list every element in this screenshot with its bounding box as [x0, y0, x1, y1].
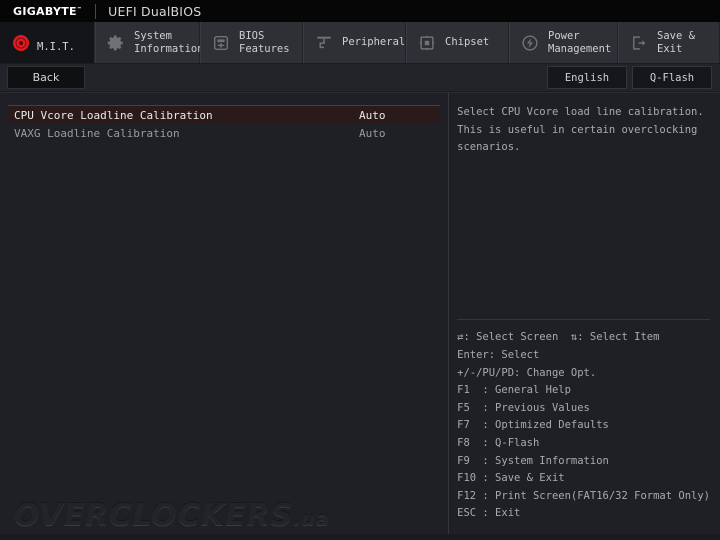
tab-bios-features[interactable]: BIOS Features	[200, 22, 303, 63]
overclockers-watermark: OVERCLOCKERS.ua	[14, 498, 330, 533]
brand-bar: GIGABYTE™ UEFI DualBIOS	[0, 0, 720, 22]
brand-divider	[95, 3, 97, 19]
language-button[interactable]: English	[547, 66, 627, 89]
tab-label: BIOS Features	[239, 30, 290, 55]
setting-row-cpu-vcore-loadline-calibration[interactable]: CPU Vcore Loadline Calibration Auto	[8, 105, 441, 124]
back-button[interactable]: Back	[7, 66, 85, 89]
tab-mit[interactable]: M.I.T.	[0, 22, 95, 63]
settings-list-pane: CPU Vcore Loadline Calibration Auto VAXG…	[0, 93, 450, 537]
setting-label: VAXG Loadline Calibration	[14, 127, 180, 140]
legend-line: F9 : System Information	[457, 454, 609, 467]
tab-peripherals[interactable]: Peripherals	[303, 22, 412, 63]
legend-line: ESC : Exit	[457, 507, 521, 520]
bottom-strip	[0, 534, 720, 540]
setting-value[interactable]: Auto	[353, 127, 386, 140]
chipset-icon	[416, 32, 438, 54]
legend-line: +/-/PU/PD: Change Opt.	[457, 366, 597, 379]
chip-card-icon	[210, 32, 232, 54]
legend-line: F8 : Q-Flash	[457, 437, 540, 450]
legend-line: F5 : Previous Values	[457, 401, 590, 414]
main-tab-bar: M.I.T. System Information BIOS Features	[0, 22, 720, 64]
gigabyte-logo: GIGABYTE™	[13, 4, 83, 18]
help-pane: Select CPU Vcore load line calibration. …	[449, 93, 720, 537]
tab-label: Chipset	[445, 36, 490, 49]
legend-line: ⇄: Select Screen ⇅: Select Item	[457, 331, 660, 344]
toolbar-right-group: English Q-Flash	[547, 66, 712, 89]
tab-power-management[interactable]: Power Management	[509, 22, 618, 63]
tab-label: M.I.T.	[37, 40, 75, 53]
secondary-toolbar: Back English Q-Flash	[0, 64, 720, 92]
setting-value[interactable]: Auto	[353, 109, 386, 122]
tab-label: Save & Exit	[657, 30, 695, 55]
tab-label: System Information	[134, 30, 204, 55]
peripherals-icon	[313, 32, 335, 54]
tab-system-information[interactable]: System Information	[95, 22, 204, 63]
legend-line: Enter: Select	[457, 349, 540, 362]
watermark-suffix: .ua	[293, 508, 330, 530]
exit-arrow-icon	[628, 32, 650, 54]
legend-line: F1 : General Help	[457, 384, 571, 397]
help-line: scenarios.	[457, 141, 521, 153]
help-line: Select CPU Vcore load line calibration.	[457, 106, 704, 118]
help-line: This is useful in certain overclocking	[457, 123, 698, 136]
tab-label: Power Management	[548, 30, 612, 55]
power-bolt-icon	[519, 32, 541, 54]
help-description: Select CPU Vcore load line calibration. …	[457, 104, 710, 157]
setting-row-vaxg-loadline-calibration[interactable]: VAXG Loadline Calibration Auto	[8, 124, 440, 143]
gear-icon	[105, 32, 127, 54]
qflash-button[interactable]: Q-Flash	[632, 66, 712, 89]
keyboard-legend: ⇄: Select Screen ⇅: Select Item Enter: S…	[457, 319, 710, 537]
legend-line: F12 : Print Screen(FAT16/32 Format Only)	[457, 489, 710, 502]
target-icon	[10, 32, 32, 54]
tab-save-and-exit[interactable]: Save & Exit	[618, 22, 720, 63]
legend-line: F10 : Save & Exit	[457, 472, 565, 485]
tab-chipset[interactable]: Chipset	[406, 22, 509, 63]
app-title: UEFI DualBIOS	[108, 3, 202, 19]
setting-label: CPU Vcore Loadline Calibration	[14, 108, 213, 122]
content-area: CPU Vcore Loadline Calibration Auto VAXG…	[0, 92, 720, 537]
trademark-symbol: ™	[76, 5, 83, 12]
legend-line: F7 : Optimized Defaults	[457, 419, 609, 432]
tab-label: Peripherals	[342, 36, 412, 49]
